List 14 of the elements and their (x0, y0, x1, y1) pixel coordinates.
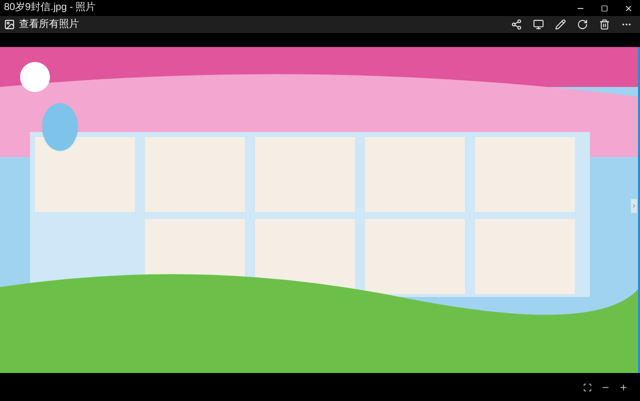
window-title: 80岁9封信.jpg - 照片 (4, 3, 96, 13)
photo-icon (4, 19, 15, 30)
slideshow-icon[interactable] (533, 19, 544, 30)
fit-icon[interactable] (583, 382, 592, 392)
zoom-in-icon[interactable] (619, 382, 628, 392)
maximize-icon (600, 4, 608, 12)
scroll-bar[interactable] (638, 47, 640, 373)
close-icon (624, 4, 632, 12)
chevron-right-icon (631, 203, 637, 209)
trash-icon[interactable] (599, 19, 610, 30)
share-icon[interactable] (511, 19, 522, 30)
rotate-icon[interactable] (577, 19, 588, 30)
pencil-icon[interactable] (555, 19, 566, 30)
view-all-photos-button[interactable]: 查看所有照片 (4, 19, 79, 30)
